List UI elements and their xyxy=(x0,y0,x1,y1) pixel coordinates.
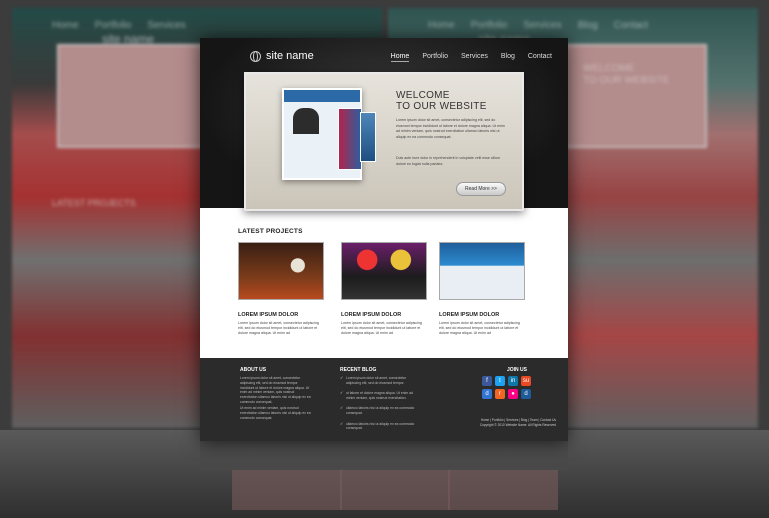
ghost-nav-services-right: Services xyxy=(523,20,562,31)
linkedin-icon[interactable]: in xyxy=(508,376,518,386)
project-title: LOREM IPSUM DOLOR xyxy=(439,312,500,318)
footer-join-title: JOIN US xyxy=(507,367,528,373)
footer-about-text-2: Ut enim ad minim veniam, quis nostrud ex… xyxy=(240,406,311,420)
blog-item[interactable]: Lorem ipsum dolor sit amet, consectetur … xyxy=(340,376,415,385)
project-thumbnail[interactable] xyxy=(238,242,324,300)
hero-paragraph-2: Duis aute irure dolor in reprehenderit i… xyxy=(396,156,501,166)
ghost-nav-services: Services xyxy=(147,20,186,31)
ghost-welcome2: TO OUR WEBSITE xyxy=(583,75,670,86)
hero-heading-line2: TO OUR WEBSITE xyxy=(396,101,487,112)
nav-contact[interactable]: Contact xyxy=(528,53,552,62)
social-icons: f t in su d r ● d xyxy=(482,376,532,399)
nav-home[interactable]: Home xyxy=(390,53,410,62)
website-mockup: site name Home Portfolio Services Blog C… xyxy=(200,38,568,441)
project-text: Lorem ipsum dolor sit amet, consectetur … xyxy=(439,321,520,335)
project-title: LOREM IPSUM DOLOR xyxy=(238,312,299,318)
project-card[interactable]: LOREM IPSUM DOLOR Lorem ipsum dolor sit … xyxy=(341,242,427,336)
ghost-nav-home-right: Home xyxy=(428,20,455,31)
ghost-nav-contact-right: Contact xyxy=(613,20,649,31)
header: site name Home Portfolio Services Blog C… xyxy=(200,38,568,211)
delicious-icon[interactable]: d xyxy=(482,389,492,399)
project-text: Lorem ipsum dolor sit amet, consectetur … xyxy=(341,321,422,335)
nav-services[interactable]: Services xyxy=(461,53,488,62)
projects-title: LATEST PROJECTS xyxy=(238,228,303,235)
site-name: site name xyxy=(266,50,314,62)
nav-portfolio[interactable]: Portfolio xyxy=(422,53,448,62)
footer-about-title: ABOUT US xyxy=(240,367,267,373)
project-card[interactable]: LOREM IPSUM DOLOR Lorem ipsum dolor sit … xyxy=(238,242,324,336)
site-logo[interactable]: site name xyxy=(250,50,314,62)
footer-links-block: Home | Portfolio | Services | Blog | Tea… xyxy=(480,418,556,428)
facebook-icon[interactable]: f xyxy=(482,376,492,386)
hero-heading-line1: WELCOME xyxy=(396,90,450,101)
footer-blog-title: RECENT BLOG xyxy=(340,367,377,373)
main-nav: Home Portfolio Services Blog Contact xyxy=(390,53,552,62)
ghost-nav-home: Home xyxy=(52,20,79,31)
footer-about-text: Lorem ipsum dolor sit amet, consectetur … xyxy=(240,376,311,404)
read-more-button[interactable]: Read More >> xyxy=(456,182,506,196)
hero-heading: WELCOME TO OUR WEBSITE xyxy=(396,90,506,112)
blog-item[interactable]: ullamco laboris nisi ut aliquip ex ea co… xyxy=(340,422,415,431)
ghost-welcome: WELCOME xyxy=(583,63,635,74)
twitter-icon[interactable]: t xyxy=(495,376,505,386)
project-text: Lorem ipsum dolor sit amet, consectetur … xyxy=(238,321,319,335)
project-thumbnail[interactable] xyxy=(341,242,427,300)
hero-paragraph-1: Lorem ipsum dolor sit amet, consectetur … xyxy=(396,118,505,139)
globe-icon xyxy=(250,50,261,62)
rss-icon[interactable]: r xyxy=(495,389,505,399)
project-title: LOREM IPSUM DOLOR xyxy=(341,312,402,318)
blog-item[interactable]: ut labore et dolore magna aliqua. Ut eni… xyxy=(340,391,415,400)
ghost-nav-portfolio-right: Portfolio xyxy=(470,20,508,31)
ghost-nav-portfolio: Portfolio xyxy=(94,20,132,31)
copyright: Copyright © 2010 Website Name. All Right… xyxy=(479,423,556,427)
hero-screenshot-image-2 xyxy=(338,108,362,170)
digg-icon[interactable]: d xyxy=(521,389,531,399)
ghost-projects-title: LATEST PROJECTS xyxy=(52,198,136,208)
blog-item[interactable]: ullamco laboris nisi ut aliquip ex ea co… xyxy=(340,406,415,415)
project-card[interactable]: LOREM IPSUM DOLOR Lorem ipsum dolor sit … xyxy=(439,242,525,336)
floor-reflection xyxy=(0,430,769,518)
nav-blog[interactable]: Blog xyxy=(501,53,515,62)
project-thumbnail[interactable] xyxy=(439,242,525,300)
hero-screenshot-image-3 xyxy=(360,112,376,162)
hero-slider: WELCOME TO OUR WEBSITE Lorem ipsum dolor … xyxy=(244,72,524,211)
flickr-icon[interactable]: ● xyxy=(508,389,518,399)
stumbleupon-icon[interactable]: su xyxy=(521,376,531,386)
ghost-nav-blog-right: Blog xyxy=(577,20,598,31)
footer: ABOUT US Lorem ipsum dolor sit amet, con… xyxy=(200,358,568,441)
blog-list: Lorem ipsum dolor sit amet, consectetur … xyxy=(340,376,415,437)
